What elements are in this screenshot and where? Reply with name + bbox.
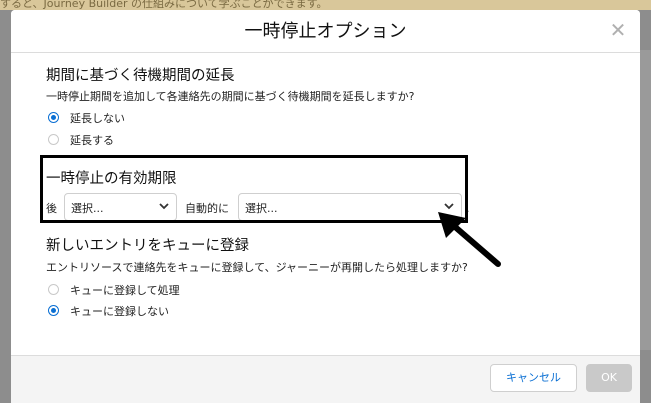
radio-no-extend-label[interactable]: 延長しない xyxy=(70,110,125,126)
background-panel xyxy=(639,50,651,350)
annotation-arrow-icon xyxy=(438,212,501,267)
radio-no-queue[interactable] xyxy=(48,305,59,316)
radio-extend-label[interactable]: 延長する xyxy=(70,132,114,148)
background-banner: すると、Journey Builder の仕組みについて学ぶことができます。 xyxy=(0,0,651,10)
radio-extend[interactable] xyxy=(48,134,59,145)
annotation-highlight-box xyxy=(40,155,468,223)
ok-button[interactable]: OK xyxy=(586,364,632,392)
modal-header: 一時停止オプション ✕ xyxy=(11,10,640,53)
cancel-button[interactable]: キャンセル xyxy=(490,364,577,392)
background-banner-text: すると、Journey Builder の仕組みについて学ぶことができます。 xyxy=(0,0,328,10)
radio-queue-process[interactable] xyxy=(48,284,59,295)
radio-no-queue-label[interactable]: キューに登録しない xyxy=(70,303,169,319)
queue-section-title: 新しいエントリをキューに登録 xyxy=(46,238,249,254)
radio-queue-process-label[interactable]: キューに登録して処理 xyxy=(70,282,180,298)
close-icon[interactable]: ✕ xyxy=(608,20,628,40)
extend-section-title: 期間に基づく待機期間の延長 xyxy=(46,68,235,84)
modal-footer: キャンセル OK xyxy=(11,355,640,403)
queue-section-description: エントリソースで連絡先をキューに登録して、ジャーニーが再開したら処理しますか? xyxy=(46,261,468,274)
extend-section-description: 一時停止期間を追加して各連絡先の期間に基づく待機期間を延長しますか? xyxy=(46,90,415,103)
radio-no-extend[interactable] xyxy=(48,112,59,123)
modal-title: 一時停止オプション xyxy=(244,21,407,42)
